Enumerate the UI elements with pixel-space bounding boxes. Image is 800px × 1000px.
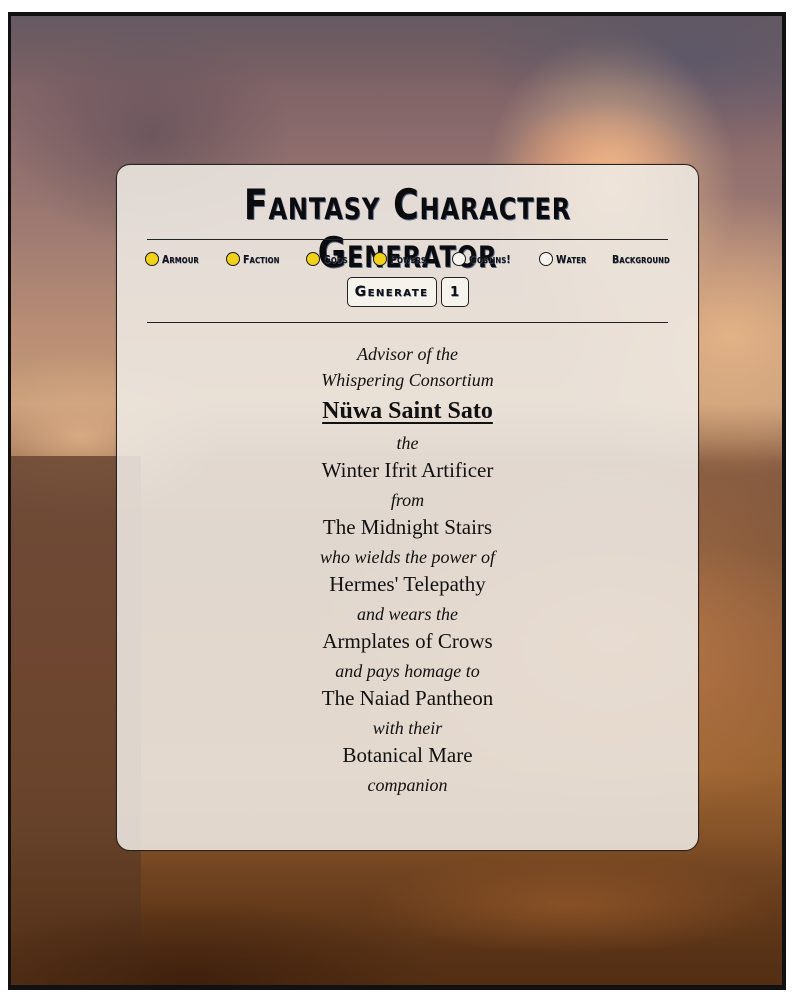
radio-armour[interactable] [145,252,159,266]
divider-top [147,239,668,240]
radio-water[interactable] [538,252,553,266]
option-label: Faction [242,252,280,266]
origin: The Midnight Stairs [322,515,493,539]
option-label: Armour [162,252,199,266]
connector-wears: and wears the [357,604,458,624]
gods: The Naiad Pantheon [321,686,494,710]
connector-from: from [390,490,425,510]
connector-power: who wields the power of [320,547,495,567]
option-toggles: Armour Faction Gods Powers Goblins! Wate… [145,249,680,269]
option-background[interactable]: Background [612,253,680,266]
role-line-2: Whispering Consortium [321,370,494,390]
option-gods[interactable]: Gods [306,252,352,266]
character-name: Nüwa Saint Sato [322,398,493,424]
option-goblins[interactable]: Goblins! [452,252,518,266]
radio-powers[interactable] [372,252,387,266]
grass-foreground [11,835,782,985]
generator-card: Fantasy Character Generator Armour Facti… [116,164,699,851]
role-line-1: Advisor of the [357,344,458,364]
armour: Armplates of Crows [322,629,493,653]
option-label: Water [555,252,587,266]
radio-faction[interactable] [225,252,240,266]
option-faction[interactable]: Faction [225,252,286,266]
option-label: Background [611,252,670,266]
character-result: Advisor of the Whispering Consortium Nüw… [117,341,698,798]
option-label: Gods [323,252,348,266]
option-label: Goblins! [469,252,511,266]
companion: Botanical Mare [342,743,473,767]
power: Hermes' Telepathy [329,572,486,596]
generate-controls: Generate 1 [117,277,698,307]
connector-companion: companion [367,775,448,795]
option-label: Powers [389,252,426,266]
sky-shade [11,16,782,86]
count-button[interactable]: 1 [440,277,469,307]
connector-the: the [396,433,419,453]
radio-goblins[interactable] [452,252,467,266]
generate-button[interactable]: Generate [346,277,437,307]
option-powers[interactable]: Powers [372,252,432,266]
divider-bottom [147,322,668,323]
option-armour[interactable]: Armour [145,252,205,266]
radio-gods[interactable] [306,252,321,266]
race-class: Winter Ifrit Artificer [321,458,494,482]
option-water[interactable]: Water [538,252,592,266]
connector-homage: and pays homage to [335,661,480,681]
connector-with: with their [372,718,443,738]
